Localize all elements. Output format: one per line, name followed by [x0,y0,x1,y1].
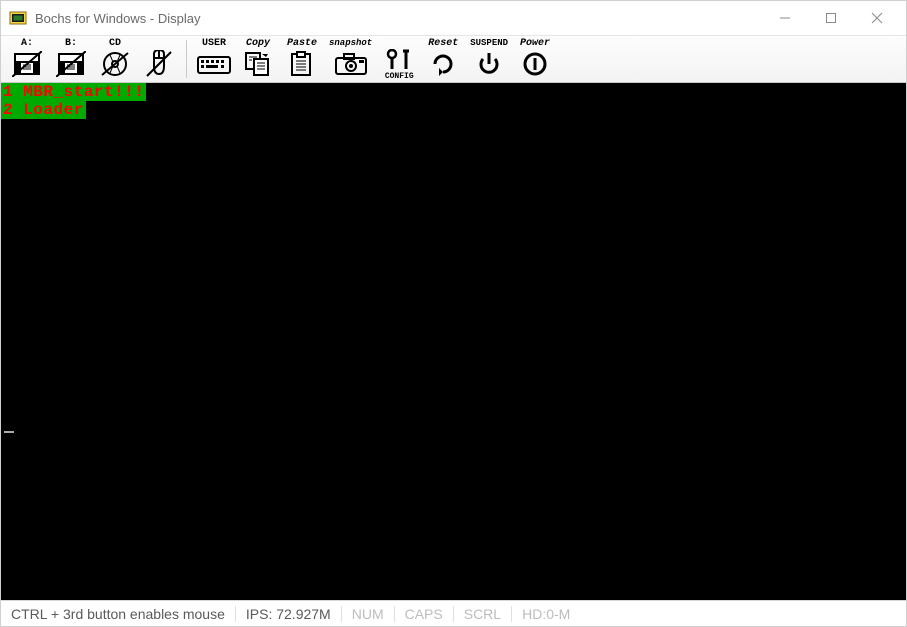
spacer [396,38,402,49]
cd-label: CD [109,38,121,49]
power-label: Power [520,38,550,49]
window-controls [762,3,900,33]
console-display[interactable]: 1 MBR_start!!! 2 Loader [1,83,906,600]
suspend-button[interactable]: SUSPEND [467,37,511,81]
console-line: 1 MBR_start!!! [1,83,146,101]
suspend-icon [472,49,506,79]
status-scrl: SCRL [454,606,512,622]
keyboard-icon [197,49,231,79]
power-button[interactable]: Power [515,37,555,81]
floppy-b-icon [54,49,88,79]
user-button[interactable]: USER [194,37,234,81]
reset-label: Reset [428,38,458,49]
close-button[interactable] [854,3,900,33]
spacer [156,38,162,49]
app-icon [9,9,27,27]
toolbar-separator [186,40,187,78]
drive-a-button[interactable]: A: [7,37,47,81]
paste-icon [285,49,319,79]
status-caps: CAPS [395,606,454,622]
config-label: CONFIG [385,71,414,82]
statusbar: CTRL + 3rd button enables mouse IPS: 72.… [1,600,906,626]
power-icon [518,49,552,79]
status-hd: HD:0-M [512,606,580,622]
toolbar: A: B: [1,35,906,83]
maximize-button[interactable] [808,3,854,33]
status-ips: IPS: 72.927M [236,606,342,622]
copy-button[interactable]: Copy [238,37,278,81]
copy-icon [241,49,275,79]
config-button[interactable]: CONFIG [379,37,419,81]
user-label: USER [202,38,226,49]
camera-icon [334,49,368,79]
status-mouse-hint: CTRL + 3rd button enables mouse [1,606,236,622]
drive-b-button[interactable]: B: [51,37,91,81]
titlebar: Bochs for Windows - Display [1,1,906,35]
paste-button[interactable]: Paste [282,37,322,81]
console-line: 2 Loader [1,101,86,119]
mouse-icon [142,49,176,79]
suspend-label: SUSPEND [470,38,508,49]
cd-icon [98,49,132,79]
paste-label: Paste [287,38,317,49]
app-window: Bochs for Windows - Display A: [0,0,907,627]
cd-button[interactable]: CD [95,37,135,81]
copy-label: Copy [246,38,270,49]
config-icon [382,49,416,71]
status-num: NUM [342,606,395,622]
reset-icon [426,49,460,79]
snapshot-button[interactable]: snapshot [326,37,375,81]
text-cursor [4,431,14,433]
minimize-button[interactable] [762,3,808,33]
snapshot-label: snapshot [329,38,372,49]
drive-b-label: B: [65,38,77,49]
floppy-a-icon [10,49,44,79]
window-title: Bochs for Windows - Display [35,11,762,26]
drive-a-label: A: [21,38,33,49]
mouse-button[interactable] [139,37,179,81]
reset-button[interactable]: Reset [423,37,463,81]
